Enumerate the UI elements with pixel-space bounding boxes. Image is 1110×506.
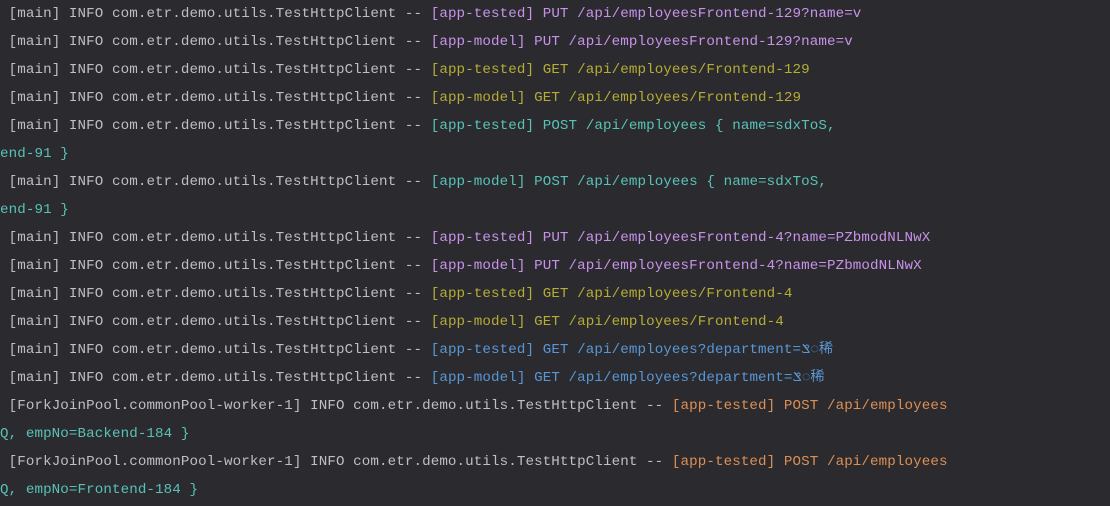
log-tag: [app-model] bbox=[431, 258, 526, 274]
log-line: [main] INFO com.etr.demo.utils.TestHttpC… bbox=[0, 364, 1110, 392]
log-message: PUT /api/employeesFrontend-4?name=PZbmod… bbox=[525, 258, 921, 274]
log-message: GET /api/employees?department=ݏ◌稀 bbox=[534, 342, 833, 358]
log-prefix: [main] INFO com.etr.demo.utils.TestHttpC… bbox=[0, 370, 431, 386]
log-line: [ForkJoinPool.commonPool-worker-1] INFO … bbox=[0, 448, 1110, 476]
log-tag: [app-tested] bbox=[431, 230, 534, 246]
log-tag: [app-model] bbox=[431, 90, 526, 106]
log-continuation-text: end-91 } bbox=[0, 146, 69, 162]
log-line: [main] INFO com.etr.demo.utils.TestHttpC… bbox=[0, 56, 1110, 84]
log-tag: [app-model] bbox=[431, 34, 526, 50]
log-line: [main] INFO com.etr.demo.utils.TestHttpC… bbox=[0, 280, 1110, 308]
log-message: GET /api/employees/Frontend-4 bbox=[534, 286, 792, 302]
log-line-continuation: end-91 } bbox=[0, 140, 1110, 168]
log-prefix: [main] INFO com.etr.demo.utils.TestHttpC… bbox=[0, 230, 431, 246]
log-prefix: [main] INFO com.etr.demo.utils.TestHttpC… bbox=[0, 90, 431, 106]
log-prefix: [main] INFO com.etr.demo.utils.TestHttpC… bbox=[0, 258, 431, 274]
log-prefix: [main] INFO com.etr.demo.utils.TestHttpC… bbox=[0, 174, 431, 190]
log-message: GET /api/employees/Frontend-4 bbox=[525, 314, 783, 330]
log-tag: [app-model] bbox=[431, 314, 526, 330]
log-tag: [app-tested] bbox=[431, 118, 534, 134]
log-tag: [app-tested] bbox=[431, 286, 534, 302]
log-prefix: [ForkJoinPool.commonPool-worker-1] INFO … bbox=[0, 454, 672, 470]
log-message: GET /api/employees/Frontend-129 bbox=[525, 90, 801, 106]
log-prefix: [main] INFO com.etr.demo.utils.TestHttpC… bbox=[0, 34, 431, 50]
log-line-continuation: Q, empNo=Backend-184 } bbox=[0, 420, 1110, 448]
log-tag: [app-tested] bbox=[431, 342, 534, 358]
log-prefix: [main] INFO com.etr.demo.utils.TestHttpC… bbox=[0, 62, 431, 78]
log-line: [main] INFO com.etr.demo.utils.TestHttpC… bbox=[0, 0, 1110, 28]
log-line: [ForkJoinPool.commonPool-worker-1] INFO … bbox=[0, 392, 1110, 420]
log-message: PUT /api/employeesFrontend-129?name=v bbox=[525, 34, 852, 50]
log-prefix: [main] INFO com.etr.demo.utils.TestHttpC… bbox=[0, 286, 431, 302]
log-prefix: [main] INFO com.etr.demo.utils.TestHttpC… bbox=[0, 118, 431, 134]
log-prefix: [ForkJoinPool.commonPool-worker-1] INFO … bbox=[0, 398, 672, 414]
log-prefix: [main] INFO com.etr.demo.utils.TestHttpC… bbox=[0, 342, 431, 358]
log-tag: [app-tested] bbox=[431, 62, 534, 78]
log-line: [main] INFO com.etr.demo.utils.TestHttpC… bbox=[0, 112, 1110, 140]
log-line-continuation: end-91 } bbox=[0, 196, 1110, 224]
log-line: [main] INFO com.etr.demo.utils.TestHttpC… bbox=[0, 84, 1110, 112]
log-line: [main] INFO com.etr.demo.utils.TestHttpC… bbox=[0, 28, 1110, 56]
log-line: [main] INFO com.etr.demo.utils.TestHttpC… bbox=[0, 308, 1110, 336]
log-message: POST /api/employees bbox=[775, 454, 947, 470]
log-continuation-text: end-91 } bbox=[0, 202, 69, 218]
log-line: [main] INFO com.etr.demo.utils.TestHttpC… bbox=[0, 336, 1110, 364]
log-message: PUT /api/employeesFrontend-129?name=v bbox=[534, 6, 861, 22]
log-output: [main] INFO com.etr.demo.utils.TestHttpC… bbox=[0, 0, 1110, 504]
log-line: [main] INFO com.etr.demo.utils.TestHttpC… bbox=[0, 224, 1110, 252]
log-message: GET /api/employees/Frontend-129 bbox=[534, 62, 810, 78]
log-line: [main] INFO com.etr.demo.utils.TestHttpC… bbox=[0, 252, 1110, 280]
log-tag: [app-tested] bbox=[672, 454, 775, 470]
log-continuation-text: Q, empNo=Frontend-184 } bbox=[0, 482, 198, 498]
log-prefix: [main] INFO com.etr.demo.utils.TestHttpC… bbox=[0, 314, 431, 330]
log-continuation-text: Q, empNo=Backend-184 } bbox=[0, 426, 190, 442]
log-message: POST /api/employees bbox=[775, 398, 947, 414]
log-tag: [app-tested] bbox=[672, 398, 775, 414]
log-line: [main] INFO com.etr.demo.utils.TestHttpC… bbox=[0, 168, 1110, 196]
log-prefix: [main] INFO com.etr.demo.utils.TestHttpC… bbox=[0, 6, 431, 22]
log-message: POST /api/employees { name=sdxToS, bbox=[525, 174, 827, 190]
log-tag: [app-model] bbox=[431, 370, 526, 386]
log-tag: [app-model] bbox=[431, 174, 526, 190]
log-message: GET /api/employees?department=ݏ◌稀 bbox=[525, 370, 824, 386]
log-message: PUT /api/employeesFrontend-4?name=PZbmod… bbox=[534, 230, 930, 246]
log-message: POST /api/employees { name=sdxToS, bbox=[534, 118, 836, 134]
log-tag: [app-tested] bbox=[431, 6, 534, 22]
log-line-continuation: Q, empNo=Frontend-184 } bbox=[0, 476, 1110, 504]
